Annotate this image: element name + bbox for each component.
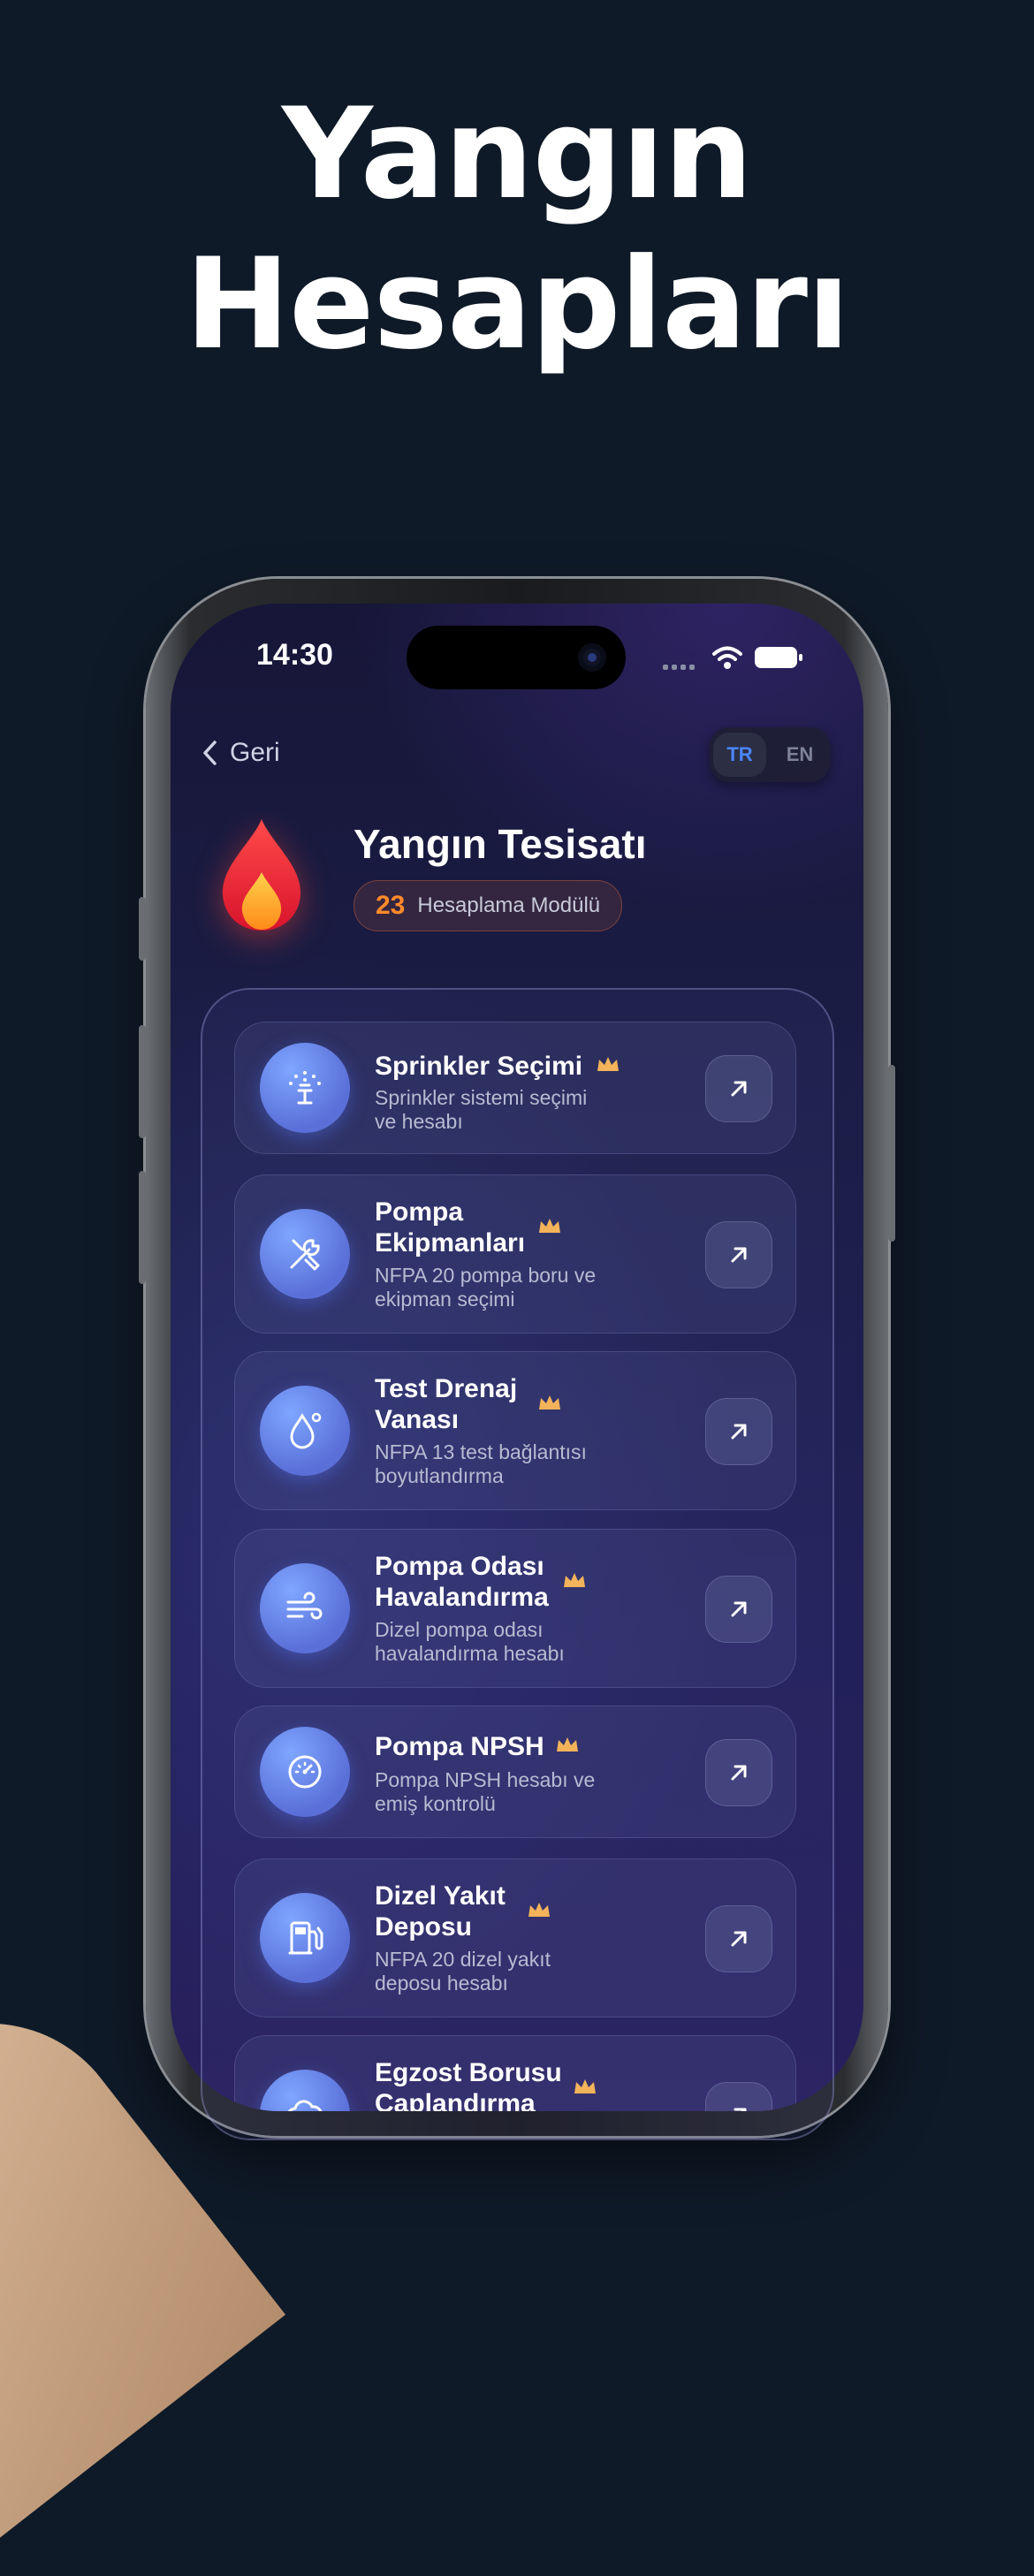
arrow-up-right-icon <box>731 1424 747 1440</box>
card-description: Pompa NPSH hesabı ve emiş kontrolü <box>375 1768 596 1815</box>
card-title: Pompa Ekipmanları <box>375 1197 526 1258</box>
arrow-up-right-icon <box>731 1081 747 1097</box>
volume-down-button <box>139 1171 146 1284</box>
module-icon <box>260 1727 350 1817</box>
wind-icon <box>286 1592 323 1620</box>
arrow-up-right-icon <box>731 1601 747 1617</box>
module-icon <box>260 1386 350 1476</box>
card-description: NFPA 20 pompa boru ve ekipman seçimi <box>375 1264 597 1311</box>
arrow-up-right-icon <box>731 1765 747 1781</box>
module-card-diesel-fuel-tank[interactable]: Dizel Yakıt Deposu NFPA 20 dizel yakıt d… <box>234 1858 796 2017</box>
open-module-button[interactable] <box>705 1398 772 1465</box>
dynamic-island <box>407 626 626 689</box>
volume-up-button <box>139 1025 146 1138</box>
open-module-button[interactable] <box>705 1739 772 1806</box>
module-count: 23 <box>376 891 406 920</box>
card-title: Pompa NPSH <box>375 1732 544 1761</box>
status-time: 14:30 <box>256 638 333 672</box>
status-icons <box>663 642 804 673</box>
open-module-button[interactable] <box>705 1576 772 1643</box>
premium-crown-icon <box>539 1219 560 1233</box>
open-module-button[interactable] <box>705 1055 772 1122</box>
app-title: Yangın Tesisatı <box>354 821 647 867</box>
battery-icon <box>755 647 802 668</box>
hero-title-line1: Yangın <box>281 81 753 227</box>
premium-crown-icon <box>528 1903 550 1917</box>
open-module-button[interactable] <box>705 1221 772 1288</box>
back-label: Geri <box>230 738 280 767</box>
fuel-pump-icon <box>288 1921 323 1955</box>
module-count-badge: 23 Hesaplama Modülü <box>354 880 623 931</box>
power-button <box>888 1065 895 1242</box>
action-button <box>139 897 146 961</box>
arrow-up-right-icon <box>731 1247 747 1263</box>
module-icon <box>260 1893 350 1983</box>
card-title: Pompa Odası Havalandırma <box>375 1552 549 1612</box>
camera-icon <box>578 643 606 672</box>
module-card-sprinkler[interactable]: Sprinkler Seçimi Sprinkler sistemi seçim… <box>234 1022 796 1154</box>
arrow-up-right-icon <box>731 1931 747 1947</box>
module-icon <box>260 1563 350 1653</box>
card-description: Sprinkler sistemi seçimi ve hesabı <box>375 1086 588 1133</box>
open-module-button[interactable] <box>705 1905 772 1972</box>
card-description: Dizel pompa odası havalandırma hesabı <box>375 1618 565 1665</box>
gauge-icon <box>288 1755 322 1789</box>
card-title: Sprinkler Seçimi <box>375 1052 583 1081</box>
premium-crown-icon <box>597 1057 619 1071</box>
card-description: NFPA 13 test bağlantısı boyutlandırma <box>375 1440 587 1487</box>
tools-icon <box>290 1239 320 1271</box>
module-card-pump-npsh[interactable]: Pompa NPSH Pompa NPSH hesabı ve emiş kon… <box>234 1706 796 1838</box>
cellular-signal-icon <box>663 663 696 670</box>
premium-crown-icon <box>564 1573 585 1587</box>
module-card-pump-room-ventilation[interactable]: Pompa Odası Havalandırma Dizel pompa oda… <box>234 1529 796 1688</box>
hero-title: Yangın Hesapları <box>0 80 1034 380</box>
language-toggle: TR EN <box>710 727 830 782</box>
card-title: Test Drenaj Vanası <box>375 1374 518 1434</box>
module-count-label: Hesaplama Modülü <box>417 893 601 917</box>
chevron-left-icon <box>203 741 217 765</box>
premium-crown-icon <box>557 1737 578 1752</box>
module-card-pump-equipment[interactable]: Pompa Ekipmanları NFPA 20 pompa boru ve … <box>234 1174 796 1334</box>
hero-title-line2: Hesapları <box>185 232 849 377</box>
module-icon <box>260 1043 350 1133</box>
module-card-test-drain[interactable]: Test Drenaj Vanası NFPA 13 test bağlantı… <box>234 1351 796 1510</box>
card-description: NFPA 20 dizel yakıt deposu hesabı <box>375 1948 551 1995</box>
lang-tr-option[interactable]: TR <box>713 733 766 777</box>
module-icon <box>260 1209 350 1299</box>
flame-icon <box>222 819 301 931</box>
lang-en-option[interactable]: EN <box>773 733 826 777</box>
premium-crown-icon <box>539 1395 560 1410</box>
wifi-icon <box>712 646 742 669</box>
card-title: Dizel Yakıt Deposu <box>375 1881 506 1941</box>
sprinkler-icon <box>289 1071 321 1105</box>
back-button[interactable]: Geri <box>201 738 280 768</box>
water-drop-icon <box>290 1412 322 1449</box>
